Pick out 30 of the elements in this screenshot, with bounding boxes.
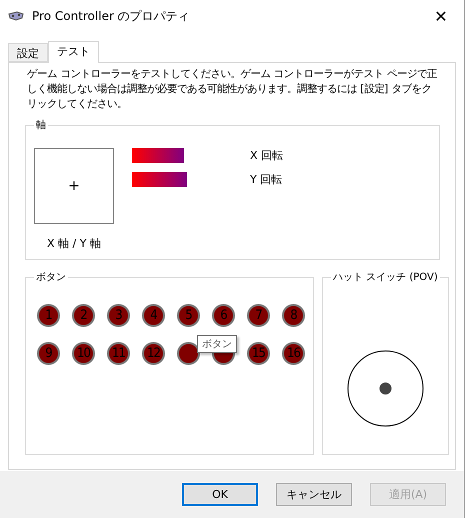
tab[interactable]: テスト: [48, 41, 99, 63]
rotation-label: X 回転: [250, 148, 284, 163]
group-title: ハット スイッチ (POV): [332, 271, 439, 284]
button-indicator: 2: [72, 304, 95, 327]
window-title: Pro Controller のプロパティ: [32, 8, 191, 24]
group-title: ボタン: [35, 271, 67, 284]
dialog-button[interactable]: キャンセル: [276, 483, 352, 506]
close-button[interactable]: ✕: [418, 0, 464, 32]
axis-label: X 軸 / Y 軸: [47, 236, 101, 251]
button-indicator: 12: [142, 342, 165, 365]
button-indicator: 4: [142, 304, 165, 327]
button-indicator: 7: [247, 304, 270, 327]
gamepad-icon: [8, 10, 24, 22]
button-indicator: 1: [37, 304, 60, 327]
button-indicator: 3: [107, 304, 130, 327]
rotation-label: Y 回転: [250, 172, 284, 187]
button-indicator: 9: [37, 342, 60, 365]
button-indicator: 10: [72, 342, 95, 365]
tab[interactable]: 設定: [8, 43, 48, 62]
tooltip: ボタン: [197, 335, 237, 353]
button-indicator: 5: [177, 304, 200, 327]
button-indicator: 6: [212, 304, 235, 327]
crosshair: +: [68, 178, 80, 194]
dialog-button[interactable]: OK: [182, 483, 258, 506]
group-title: 軸: [35, 118, 47, 132]
button-indicator: 8: [282, 304, 305, 327]
button-indicator: 16: [282, 342, 305, 365]
button-indicator: 15: [247, 342, 270, 365]
instructions-text: ゲーム コントローラーをテストしてください。ゲーム コントローラーがテスト ページで正しく機能しない場合は調整が必要である可能性があります。調整するには [設定] タブをクリックしてください。: [27, 67, 438, 112]
button-indicator: 11: [107, 342, 130, 365]
